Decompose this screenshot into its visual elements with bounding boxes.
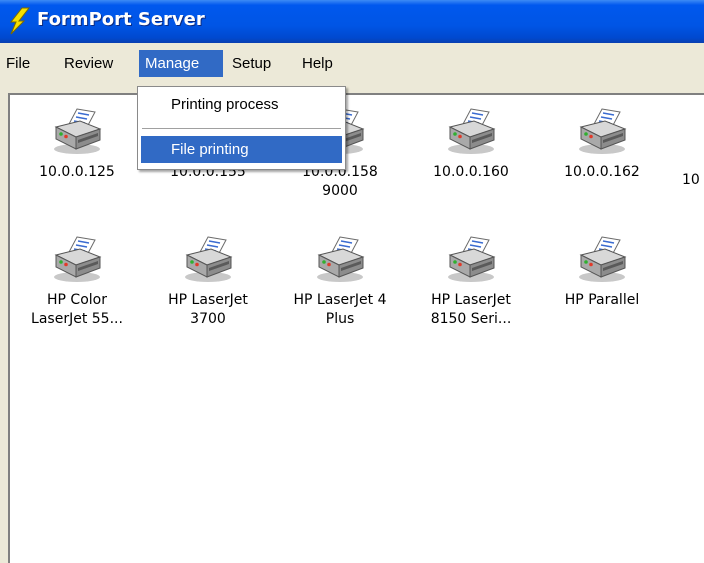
menu-separator (142, 128, 341, 130)
printer-icon (575, 107, 629, 155)
printer-icon (50, 235, 104, 283)
printer-item[interactable]: 10 (670, 107, 704, 190)
menu-item-file-printing[interactable]: File printing (141, 136, 342, 163)
window-title: FormPort Server (37, 9, 205, 30)
printer-icon (444, 107, 498, 155)
menu-item-printing-process[interactable]: Printing process (141, 91, 342, 118)
printer-icon (444, 235, 498, 283)
printer-label: HP LaserJet 4 Plus (293, 292, 387, 327)
printer-label: HP LaserJet 3700 (168, 292, 248, 327)
printer-item[interactable]: 10.0.0.160 (408, 107, 534, 182)
printer-item[interactable]: HP Color LaserJet 55... (14, 235, 140, 329)
printer-label: HP Color LaserJet 55... (31, 292, 123, 327)
lightning-bolt-icon (9, 7, 30, 35)
printer-icon (181, 235, 235, 283)
menu-bar: File Review Manage Setup Help (0, 43, 704, 86)
printer-item[interactable]: HP LaserJet 8150 Seri... (408, 235, 534, 329)
printer-label: 10 (682, 172, 700, 188)
manage-dropdown-menu: Printing process File printing (137, 86, 346, 170)
printer-label: 10.0.0.162 (564, 164, 640, 180)
printer-item[interactable]: HP LaserJet 3700 (145, 235, 271, 329)
printer-item[interactable]: HP Parallel (539, 235, 665, 310)
printer-label: HP LaserJet 8150 Seri... (430, 292, 512, 327)
printer-icon (575, 235, 629, 283)
printer-item[interactable]: 10.0.0.125 (14, 107, 140, 182)
menu-review[interactable]: Review (58, 50, 134, 77)
menu-manage[interactable]: Manage (139, 50, 223, 77)
menu-file[interactable]: File (0, 50, 47, 77)
printer-label: 10.0.0.125 (39, 164, 115, 180)
title-bar[interactable]: FormPort Server (0, 0, 704, 43)
printer-icon (50, 107, 104, 155)
printer-item[interactable]: 10.0.0.162 (539, 107, 665, 182)
printer-list-view[interactable]: 10.0.0.125 10.0.0.155 10.0.0.158 9000 10.… (8, 93, 704, 563)
printer-item[interactable]: HP LaserJet 4 Plus (277, 235, 403, 329)
menu-help[interactable]: Help (296, 50, 346, 77)
menu-setup[interactable]: Setup (226, 50, 286, 77)
printer-label: HP Parallel (564, 292, 640, 308)
printer-icon (313, 235, 367, 283)
printer-label: 10.0.0.160 (433, 164, 509, 180)
